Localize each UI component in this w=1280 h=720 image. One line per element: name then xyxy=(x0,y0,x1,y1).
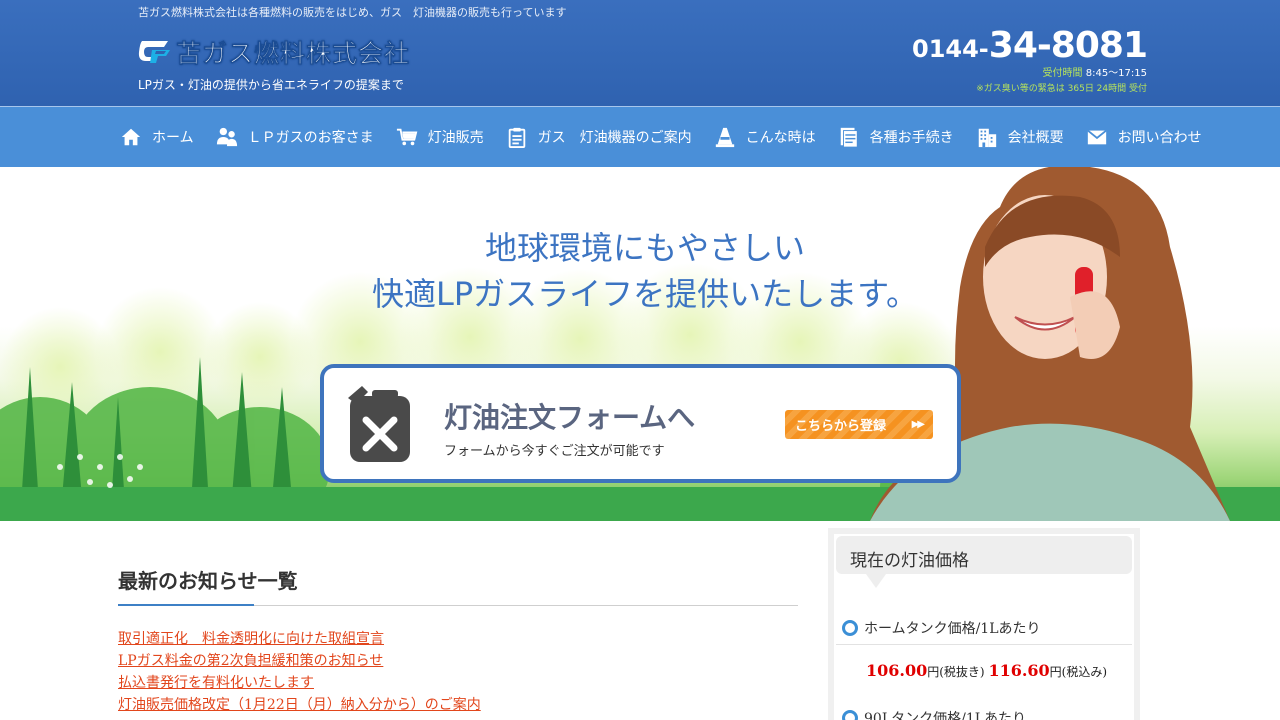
news-link[interactable]: 灯油販売価格改定（1月22日（月）納入分から）のご案内 xyxy=(118,697,481,713)
business-hours: 受付時間 8:45〜17:15 xyxy=(912,64,1147,79)
nav-label: ホーム xyxy=(152,130,194,146)
90l-tank-price-label: 90Lタンク価格/1Lあたり xyxy=(842,708,1026,720)
price-label-text: 90Lタンク価格/1Lあたり xyxy=(864,711,1027,720)
nav-item-contact[interactable]: お問い合わせ xyxy=(1086,126,1202,148)
order-subtitle: フォームから今すぐご注文が可能です xyxy=(444,444,665,459)
phone-main: 34-8081 xyxy=(988,25,1148,66)
nav-item-kerosene[interactable]: 灯油販売 xyxy=(396,126,484,148)
hero-banner: 地球環境にもやさしい 快適LPガスライフを提供いたします。 灯油注文フォームへ … xyxy=(0,167,1280,521)
kerosene-order-banner[interactable]: 灯油注文フォームへ フォームから今すぐご注文が可能です こちらから登録 ▶▶ xyxy=(320,364,961,483)
nav-list: ホーム ＬＰガスのお客さま 灯油販売 ガス 灯油機器のご案内 こんな時は 各種お… xyxy=(120,107,1202,167)
nav-label: こんな時は xyxy=(745,130,816,146)
fuel-can-icon xyxy=(348,386,410,462)
logo-subtitle: LPガス・灯油の提供から省エネライフの提案まで xyxy=(138,78,404,92)
price-excl-tax: 106.00 xyxy=(866,661,928,680)
logo-mark-icon xyxy=(138,41,170,63)
emergency-notice: ※ガス臭い等の緊急は 365日 24時間 受付 xyxy=(976,84,1147,94)
cone-icon xyxy=(714,126,736,148)
price-panel-title: 現在の灯油価格 xyxy=(836,536,1132,588)
register-button[interactable]: こちらから登録 ▶▶ xyxy=(785,410,933,439)
nav-item-company[interactable]: 会社概要 xyxy=(976,126,1064,148)
order-title: 灯油注文フォームへ xyxy=(444,401,696,434)
nav-label: 各種お手続き xyxy=(869,130,954,146)
building-icon xyxy=(976,126,998,148)
nav-label: お問い合わせ xyxy=(1117,130,1202,146)
header-tagline: 苫ガス燃料株式会社は各種燃料の販売をはじめ、ガス 灯油機器の販売も行っています xyxy=(138,6,567,19)
nav-item-lpgas[interactable]: ＬＰガスのお客さま xyxy=(216,126,374,148)
hours-value: 8:45〜17:15 xyxy=(1085,68,1147,79)
nav-item-troubleshoot[interactable]: こんな時は xyxy=(714,126,816,148)
news-heading: 最新のお知らせ一覧 xyxy=(118,569,298,593)
list-item: 灯油販売価格改定（1月22日（月）納入分から）のご案内 xyxy=(118,694,481,716)
nav-label: ＬＰガスのお客さま xyxy=(247,130,374,146)
news-list: 取引適正化 料金透明化に向けた取組宣言 LPガス料金の第2次負担緩和策のお知らせ… xyxy=(118,628,481,716)
mail-icon xyxy=(1086,126,1108,148)
news-link[interactable]: 払込書発行を有料化いたします xyxy=(118,675,314,691)
phone-block: 0144-34-8081 受付時間 8:45〜17:15 ※ガス臭い等の緊急は … xyxy=(912,25,1148,95)
register-button-label: こちらから登録 xyxy=(795,419,887,434)
clipboard-icon xyxy=(506,126,528,148)
phone-number[interactable]: 0144-34-8081 xyxy=(912,25,1148,66)
news-link[interactable]: LPガス料金の第2次負担緩和策のお知らせ xyxy=(118,653,383,669)
double-arrow-icon: ▶▶ xyxy=(911,419,925,430)
home-tank-price-label: ホームタンク価格/1Lあたり xyxy=(842,618,1041,638)
list-item: LPガス料金の第2次負担緩和策のお知らせ xyxy=(118,650,481,672)
circle-bullet-icon xyxy=(842,710,858,720)
price-label-text: ホームタンク価格/1Lあたり xyxy=(864,621,1041,637)
document-icon xyxy=(838,126,860,148)
news-link[interactable]: 取引適正化 料金透明化に向けた取組宣言 xyxy=(118,631,384,647)
nav-label: 会社概要 xyxy=(1007,130,1064,146)
nav-label: ガス 灯油機器のご案内 xyxy=(537,130,692,146)
site-logo[interactable]: 苫ガス燃料株式会社 xyxy=(138,34,410,70)
price-incl-unit: 円(税込み) xyxy=(1049,665,1108,679)
users-icon xyxy=(216,126,238,148)
phone-area-code: 0144- xyxy=(912,35,989,63)
home-tank-price-values: 106.00円(税抜き) 116.60円(税込み) xyxy=(866,661,1107,680)
home-icon xyxy=(120,126,142,148)
list-item: 払込書発行を有料化いたします xyxy=(118,672,481,694)
nav-item-home[interactable]: ホーム xyxy=(120,126,194,148)
price-incl-tax: 116.60 xyxy=(988,661,1050,680)
nav-item-procedures[interactable]: 各種お手続き xyxy=(838,126,954,148)
site-header: 苫ガス燃料株式会社は各種燃料の販売をはじめ、ガス 灯油機器の販売も行っています … xyxy=(0,0,1280,106)
kerosene-price-panel: 現在の灯油価格 ホームタンク価格/1Lあたり 106.00円(税抜き) 116.… xyxy=(828,528,1140,720)
hours-label: 受付時間 xyxy=(1042,68,1083,79)
list-item: 取引適正化 料金透明化に向けた取組宣言 xyxy=(118,628,481,650)
cart-icon xyxy=(396,126,418,148)
price-divider xyxy=(836,644,1132,645)
global-nav: ホーム ＬＰガスのお客さま 灯油販売 ガス 灯油機器のご案内 こんな時は 各種お… xyxy=(0,106,1280,167)
news-divider xyxy=(118,604,798,606)
price-excl-unit: 円(税抜き) xyxy=(927,665,985,679)
nav-label: 灯油販売 xyxy=(427,130,484,146)
circle-bullet-icon xyxy=(842,620,858,636)
nav-item-appliances[interactable]: ガス 灯油機器のご案内 xyxy=(506,126,692,148)
company-name: 苫ガス燃料株式会社 xyxy=(176,39,411,69)
